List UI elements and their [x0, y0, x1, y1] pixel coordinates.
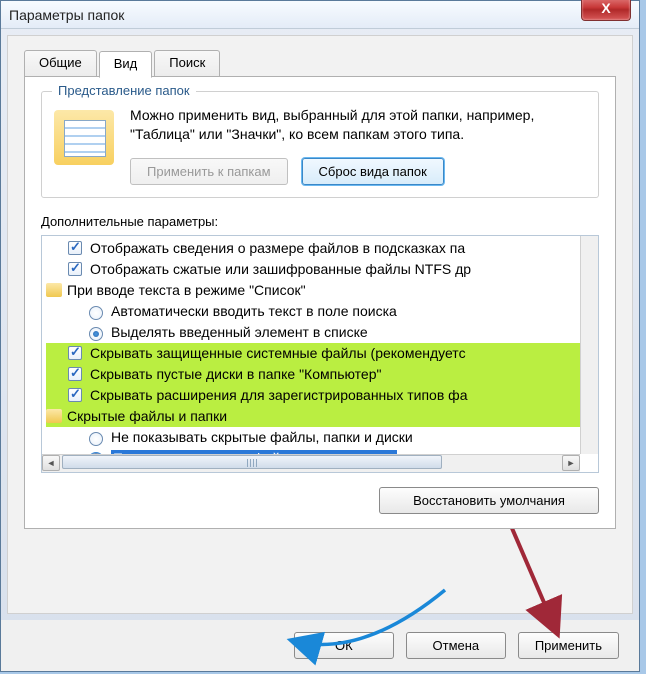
apply-to-folders-button[interactable]: Применить к папкам	[130, 158, 288, 185]
tree-row[interactable]: Отображать сжатые или зашифрованные файл…	[46, 259, 594, 280]
tree-item-label: Выделять введенный элемент в списке	[111, 324, 368, 340]
restore-defaults-button[interactable]: Восстановить умолчания	[379, 487, 599, 514]
tab-search[interactable]: Поиск	[154, 50, 220, 77]
folder-views-title: Представление папок	[52, 83, 196, 98]
tree-item-label: Отображать сжатые или зашифрованные файл…	[90, 261, 471, 277]
tree-row[interactable]: Скрывать защищенные системные файлы (рек…	[46, 343, 594, 364]
folder-views-group: Представление папок Можно применить вид,…	[41, 91, 599, 198]
tree-item-label: Скрывать защищенные системные файлы (рек…	[90, 345, 466, 361]
scroll-thumb[interactable]	[62, 455, 442, 469]
tree-row[interactable]: Скрытые файлы и папки	[46, 406, 594, 427]
scroll-left-button[interactable]: ◄	[42, 455, 60, 471]
tree-item-label: Автоматически вводить текст в поле поиск…	[111, 303, 397, 319]
folder-icon	[46, 283, 62, 297]
close-button[interactable]: X	[581, 0, 631, 21]
dialog-button-row: ОК Отмена Применить	[1, 620, 639, 671]
cancel-button[interactable]: Отмена	[406, 632, 506, 659]
tree-row[interactable]: Выделять введенный элемент в списке	[46, 322, 594, 343]
tab-strip: Общие Вид Поиск	[24, 50, 616, 77]
apply-button[interactable]: Применить	[518, 632, 619, 659]
advanced-settings-tree[interactable]: Отображать сведения о размере файлов в п…	[41, 235, 599, 473]
folder-views-description: Можно применить вид, выбранный для этой …	[130, 106, 586, 144]
option-checkbox[interactable]	[68, 262, 82, 276]
titlebar[interactable]: Параметры папок X	[1, 1, 639, 29]
advanced-settings-label: Дополнительные параметры:	[41, 214, 599, 229]
tree-row[interactable]: Не показывать скрытые файлы, папки и дис…	[46, 427, 594, 448]
option-checkbox[interactable]	[68, 388, 82, 402]
dialog-content: Общие Вид Поиск Представление папок Можн…	[7, 35, 633, 614]
tree-item-label: Скрывать пустые диски в папке "Компьютер…	[90, 366, 381, 382]
scroll-right-button[interactable]: ►	[562, 455, 580, 471]
tree-row[interactable]: Автоматически вводить текст в поле поиск…	[46, 301, 594, 322]
tab-view[interactable]: Вид	[99, 51, 153, 78]
scroll-track[interactable]	[60, 455, 562, 471]
tree-row[interactable]: Скрывать пустые диски в папке "Компьютер…	[46, 364, 594, 385]
option-radio[interactable]	[89, 327, 103, 341]
tree-row[interactable]: Скрывать расширения для зарегистрированн…	[46, 385, 594, 406]
tree-row[interactable]: При вводе текста в режиме "Список"	[46, 280, 594, 301]
tab-general[interactable]: Общие	[24, 50, 97, 77]
folder-options-dialog: Параметры папок X Общие Вид Поиск Предст…	[0, 0, 640, 672]
view-tab-panel: Представление папок Можно применить вид,…	[24, 76, 616, 529]
folder-icon	[46, 409, 62, 423]
ok-button[interactable]: ОК	[294, 632, 394, 659]
tree-item-label: Не показывать скрытые файлы, папки и дис…	[111, 429, 413, 445]
horizontal-scrollbar[interactable]: ◄ ►	[42, 454, 580, 472]
tree-item-label: Отображать сведения о размере файлов в п…	[90, 240, 465, 256]
option-radio[interactable]	[89, 432, 103, 446]
vertical-scrollbar[interactable]	[580, 236, 598, 454]
option-checkbox[interactable]	[68, 241, 82, 255]
tree-item-label: При вводе текста в режиме "Список"	[67, 282, 306, 298]
tree-item-label: Скрытые файлы и папки	[67, 408, 227, 424]
reset-folders-button[interactable]: Сброс вида папок	[302, 158, 444, 185]
option-radio[interactable]	[89, 306, 103, 320]
option-checkbox[interactable]	[68, 346, 82, 360]
tree-row[interactable]: Отображать сведения о размере файлов в п…	[46, 238, 594, 259]
tree-item-label: Скрывать расширения для зарегистрированн…	[90, 387, 467, 403]
folder-icon	[54, 110, 114, 165]
option-checkbox[interactable]	[68, 367, 82, 381]
window-title: Параметры папок	[9, 7, 124, 23]
